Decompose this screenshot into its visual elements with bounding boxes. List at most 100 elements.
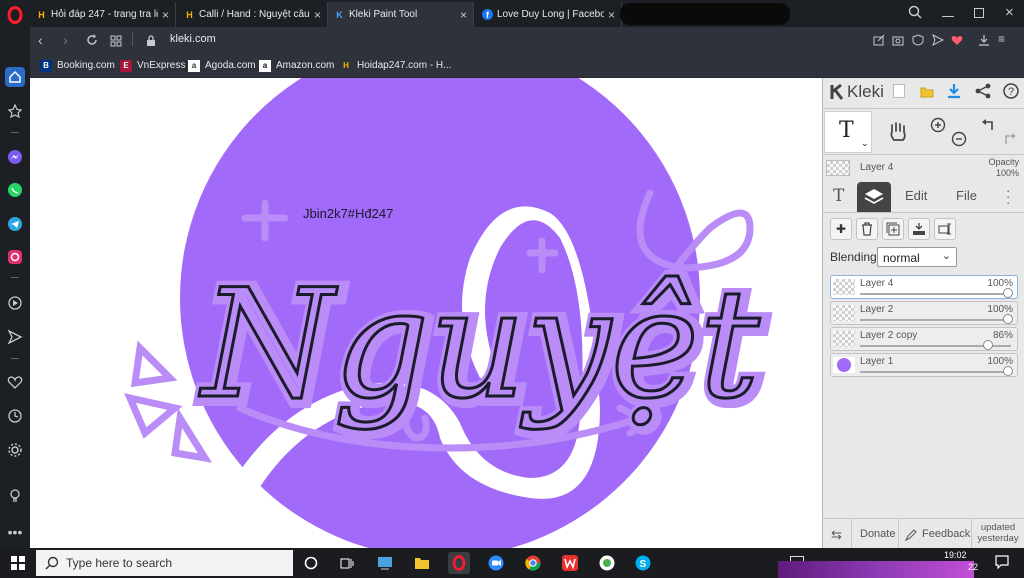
close-icon[interactable]: × bbox=[460, 8, 467, 22]
instagram-icon[interactable] bbox=[5, 247, 25, 267]
home-icon[interactable] bbox=[5, 67, 25, 87]
new-file-icon[interactable] bbox=[893, 84, 905, 98]
wps-office-icon[interactable] bbox=[559, 552, 581, 574]
close-icon[interactable]: × bbox=[162, 8, 169, 22]
file-explorer-icon[interactable] bbox=[411, 552, 433, 574]
download-icon[interactable] bbox=[978, 33, 990, 51]
redo-icon[interactable] bbox=[1001, 131, 1017, 152]
kleki-logo[interactable]: Kleki bbox=[829, 82, 884, 102]
heart-icon[interactable] bbox=[5, 372, 25, 392]
opacity-slider-knob[interactable] bbox=[1003, 366, 1013, 376]
more-icon[interactable]: ••• bbox=[5, 522, 25, 542]
skype-icon[interactable]: S bbox=[632, 552, 654, 574]
layer-item-layer-1[interactable]: Layer 1 100% bbox=[830, 353, 1018, 377]
zoom-app-icon[interactable] bbox=[485, 552, 507, 574]
tab-calli[interactable]: H Calli / Hand : Nguyệt câu h × bbox=[178, 2, 328, 27]
window-close-icon[interactable]: × bbox=[1005, 4, 1014, 21]
app-generic-icon[interactable] bbox=[374, 552, 396, 574]
bookmark-vnexpress[interactable]: E VnExpress bbox=[120, 58, 185, 73]
tab-file[interactable]: File bbox=[956, 188, 977, 203]
camera-icon[interactable] bbox=[892, 33, 904, 51]
delete-layer-button[interactable] bbox=[856, 218, 878, 240]
rename-layer-button[interactable] bbox=[934, 218, 956, 240]
menu-icon[interactable]: ≡ bbox=[998, 32, 1005, 46]
minimize-icon[interactable] bbox=[942, 5, 954, 17]
layer-item-layer-2-copy[interactable]: Layer 2 copy 86% bbox=[830, 327, 1018, 351]
search-tabs-icon[interactable] bbox=[908, 5, 922, 22]
tab-kleki[interactable]: K Kleki Paint Tool × bbox=[328, 2, 474, 27]
zoom-in-icon[interactable] bbox=[930, 117, 946, 138]
layer-thumbnail bbox=[833, 357, 855, 373]
chrome-icon[interactable] bbox=[522, 552, 544, 574]
windows-start-icon[interactable] bbox=[7, 552, 29, 574]
donate-link[interactable]: Donate bbox=[860, 528, 895, 540]
hand-tool-icon[interactable] bbox=[887, 120, 909, 147]
send-page-icon[interactable] bbox=[932, 33, 945, 51]
opacity-slider-knob[interactable] bbox=[982, 340, 993, 350]
speed-dial-icon[interactable] bbox=[110, 34, 122, 52]
swap-arrows-icon[interactable]: ⇆ bbox=[831, 527, 842, 543]
url-field[interactable]: kleki.com bbox=[170, 33, 216, 45]
layer-item-layer-2[interactable]: Layer 2 100% bbox=[830, 301, 1018, 325]
tab-edit[interactable]: Edit bbox=[905, 188, 927, 203]
star-icon[interactable] bbox=[5, 101, 25, 121]
blending-select[interactable]: normal ⌄ bbox=[877, 247, 957, 267]
reload-icon[interactable] bbox=[86, 33, 98, 51]
opacity-slider-track[interactable] bbox=[860, 293, 1011, 295]
cortana-icon[interactable] bbox=[300, 552, 322, 574]
sidebar-divider bbox=[11, 132, 19, 133]
maximize-icon[interactable] bbox=[974, 8, 984, 18]
opacity-slider-knob[interactable] bbox=[1003, 314, 1013, 324]
layer-name: Layer 2 bbox=[860, 304, 894, 315]
photos-app-icon[interactable] bbox=[596, 552, 618, 574]
history-icon[interactable] bbox=[5, 406, 25, 426]
tab-facebook[interactable]: f Love Duy Long | Facebook × bbox=[476, 2, 622, 27]
back-icon[interactable]: ‹ bbox=[38, 32, 43, 48]
bookmark-amazon[interactable]: a Amazon.com bbox=[259, 58, 334, 73]
send-icon[interactable] bbox=[5, 327, 25, 347]
forward-icon[interactable]: › bbox=[63, 32, 68, 48]
more-vertical-icon[interactable]: · · · bbox=[1006, 184, 1010, 209]
bookmark-hoidap247[interactable]: H Hoidap247.com - H... bbox=[340, 58, 451, 73]
messenger-icon[interactable] bbox=[5, 147, 25, 167]
rename-icon bbox=[938, 223, 951, 235]
close-icon[interactable]: × bbox=[314, 8, 321, 22]
drawing-canvas[interactable]: Nguyệt Nguyệt Jbin2k7#Hđ247 bbox=[30, 78, 822, 548]
opacity-slider-knob[interactable] bbox=[1003, 288, 1013, 298]
share-icon[interactable] bbox=[873, 33, 885, 51]
duplicate-layer-button[interactable] bbox=[882, 218, 904, 240]
lock-icon[interactable] bbox=[146, 34, 156, 52]
opera-taskbar-icon[interactable] bbox=[448, 552, 470, 574]
opera-logo-icon[interactable] bbox=[5, 5, 25, 25]
favorite-heart-icon[interactable] bbox=[951, 33, 963, 51]
tab-text-icon[interactable]: T bbox=[833, 186, 844, 206]
updated-note[interactable]: updated yesterday bbox=[975, 522, 1021, 544]
lightbulb-icon[interactable] bbox=[5, 486, 25, 506]
action-center-icon[interactable] bbox=[995, 555, 1009, 574]
merge-layer-button[interactable] bbox=[908, 218, 930, 240]
bookmark-booking[interactable]: B Booking.com bbox=[40, 58, 115, 73]
player-icon[interactable] bbox=[5, 293, 25, 313]
task-view-icon[interactable] bbox=[336, 552, 358, 574]
text-tool-button[interactable]: T ⌄ bbox=[824, 111, 872, 153]
settings-icon[interactable] bbox=[5, 440, 25, 460]
tab-hoidap[interactable]: H Hỏi đáp 247 - trang tra lời × bbox=[30, 2, 176, 27]
close-icon[interactable]: × bbox=[608, 8, 615, 22]
adblock-icon[interactable] bbox=[912, 33, 924, 51]
opacity-slider-track[interactable] bbox=[860, 319, 1011, 321]
undo-icon[interactable] bbox=[981, 117, 997, 138]
bookmark-agoda[interactable]: a Agoda.com bbox=[188, 58, 256, 73]
feedback-link[interactable]: Feedback bbox=[922, 528, 970, 540]
taskbar-search-box[interactable]: Type here to search bbox=[36, 550, 293, 576]
add-layer-button[interactable]: ✚ bbox=[830, 218, 852, 240]
share-icon[interactable] bbox=[975, 83, 991, 104]
layer-item-layer-4[interactable]: Layer 4 100% bbox=[830, 275, 1018, 299]
open-file-icon[interactable] bbox=[920, 85, 934, 103]
opacity-slider-track[interactable] bbox=[860, 371, 1011, 373]
whatsapp-icon[interactable] bbox=[5, 180, 25, 200]
zoom-out-icon[interactable] bbox=[951, 131, 967, 152]
save-download-icon[interactable] bbox=[947, 83, 961, 104]
help-icon[interactable]: ? bbox=[1003, 83, 1019, 104]
tab-layers[interactable] bbox=[857, 182, 891, 212]
telegram-icon[interactable] bbox=[5, 214, 25, 234]
